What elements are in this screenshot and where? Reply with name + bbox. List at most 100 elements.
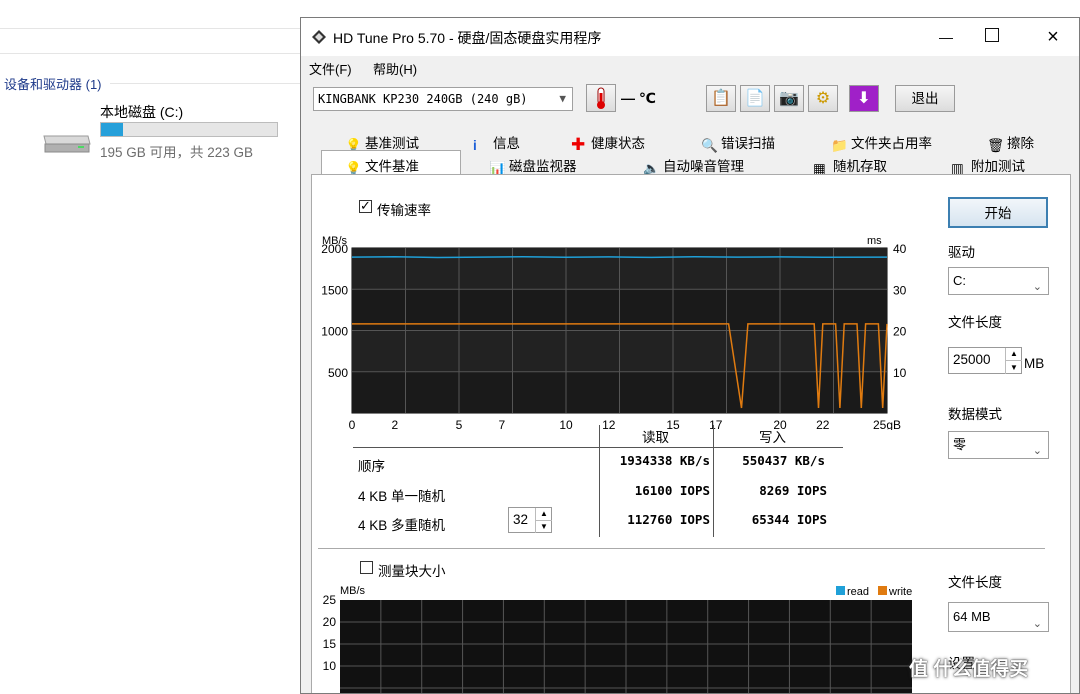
file-length-label: 文件长度 [948, 315, 1002, 330]
y2-tick-label: 20 [893, 325, 907, 339]
drive-free-text: 195 GB 可用，共 223 GB [100, 145, 254, 160]
drive-name[interactable]: 本地磁盘 (C:) [100, 102, 183, 122]
legend-label-write: write [888, 586, 912, 598]
x-tick-label: 22 [816, 418, 830, 430]
tab-label: 自动噪音管理 [663, 159, 744, 174]
x-tick-label: 17 [709, 418, 723, 430]
drive-select[interactable]: KINGBANK KP230 240GB (240 gB) ▼ [313, 87, 573, 111]
tab-label: 磁盘监视器 [509, 159, 577, 174]
y2-tick-label: 30 [893, 283, 907, 297]
file-bulb-icon: 💡 [345, 161, 362, 176]
write-4kb-single: 8269 IOPS [759, 483, 827, 498]
camera-icon: 📷 [779, 90, 799, 107]
file-length-stepper[interactable]: 25000 ▲ ▼ [948, 347, 1022, 374]
drive-select-value: KINGBANK KP230 240GB (240 gB) [318, 92, 528, 106]
stepper-down-icon[interactable]: ▼ [535, 520, 552, 533]
drive-label: 驱动 [948, 245, 975, 260]
close-icon[interactable]: × [1038, 22, 1068, 52]
legend-swatch-read [836, 586, 845, 595]
write-sequential: 550437 KB/s [742, 453, 825, 468]
tab-extra-tests[interactable]: ▥ 附加测试 [951, 155, 1025, 176]
tab-random-access[interactable]: ▦ 随机存取 [813, 155, 887, 176]
tab-aam[interactable]: 🔈 自动噪音管理 [643, 155, 744, 176]
tab-disk-monitor[interactable]: 📊 磁盘监视器 [489, 155, 577, 176]
temperature-button[interactable] [586, 84, 616, 112]
tab-erase[interactable]: 🗑 擦除 [987, 132, 1034, 153]
data-mode-select[interactable]: 零 ⌄ [948, 431, 1049, 459]
stepper-up-icon[interactable]: ▲ [1005, 348, 1022, 360]
y-tick-label: 15 [323, 637, 337, 651]
menu-help[interactable]: 帮助(H) [373, 59, 417, 78]
table-header-line [353, 447, 843, 448]
file-length-value: 25000 [953, 352, 991, 367]
chevron-down-icon: ⌄ [1032, 281, 1042, 293]
header-read: 读取 [642, 430, 669, 445]
y-tick-label: 25 [323, 593, 337, 607]
options-button[interactable]: ⚙ [808, 85, 838, 112]
x-tick-label: 0 [349, 418, 356, 430]
tab-error-scan[interactable]: 🔍 错误扫描 [701, 132, 775, 153]
tab-health[interactable]: ✚ 健康状态 [571, 132, 645, 154]
file-length2-value: 64 MB [953, 609, 991, 624]
tab-folder-usage[interactable]: 📁 文件夹占用率 [831, 132, 932, 153]
y-tick-label: 1500 [321, 283, 348, 297]
file-length2-select[interactable]: 64 MB ⌄ [948, 602, 1049, 632]
exit-button[interactable]: 退出 [895, 85, 955, 112]
y-tick-label: 10 [323, 659, 337, 673]
tab-label: 随机存取 [833, 159, 887, 174]
table-divider-2 [713, 425, 714, 537]
start-button[interactable]: 开始 [948, 197, 1048, 228]
screenshot-button[interactable]: 📷 [774, 85, 804, 112]
tab-file-benchmark[interactable]: 💡 文件基准 [345, 155, 419, 176]
tab-label: 擦除 [1007, 136, 1034, 151]
read-sequential: 1934338 KB/s [619, 453, 710, 468]
section-title[interactable]: 设备和驱动器 (1) [4, 74, 102, 93]
y-axis-label: MB/s [322, 235, 348, 247]
transfer-rate-checkbox[interactable]: ✓ [359, 198, 372, 213]
x-tick-label: 5 [456, 418, 463, 430]
chevron-down-icon: ⌄ [1032, 445, 1042, 457]
y-tick-label: 1000 [321, 325, 348, 339]
title-bar[interactable]: HD Tune Pro 5.70 - 硬盘/固态硬盘实用程序 — × [301, 18, 1079, 56]
queue-depth-stepper[interactable]: 32 ▲ ▼ [508, 507, 552, 533]
copy-text-button[interactable]: 📋 [706, 85, 736, 112]
copy-screen-button[interactable]: 📄 [740, 85, 770, 112]
stepper-up-icon[interactable]: ▲ [535, 508, 552, 520]
block-size-chart: MB/s25 20 15 10 read write [323, 585, 912, 693]
tab-benchmark[interactable]: 💡 基准测试 [345, 132, 419, 153]
tab-info[interactable]: i 信息 [473, 132, 520, 153]
stepper-down-icon[interactable]: ▼ [1005, 360, 1022, 374]
tab-label: 附加测试 [971, 159, 1025, 174]
tab-strip: 💡 基准测试 i 信息 ✚ 健康状态 🔍 错误扫描 📁 文件夹占用率 🗑 擦除 💡 文件基准 … [309, 128, 1071, 178]
download-arrow-icon: ⬇ [857, 90, 871, 107]
drive-letter-value: C: [953, 273, 966, 288]
drive-usage-fill [101, 123, 123, 136]
tab-label: 健康状态 [591, 136, 645, 151]
legend-swatch-write [878, 586, 887, 595]
write-4kb-multi: 65344 IOPS [751, 512, 827, 527]
read-series-line [351, 255, 888, 259]
minimize-icon[interactable]: — [931, 22, 961, 52]
table-divider-1 [599, 425, 600, 537]
y2-tick-label: 10 [893, 366, 907, 380]
transfer-rate-label: 传输速率 [377, 203, 431, 218]
copy-screen-icon: 📄 [745, 90, 765, 107]
block-size-checkbox[interactable] [360, 561, 373, 574]
download-button[interactable]: ⬇ [849, 85, 879, 112]
data-mode-label: 数据模式 [948, 407, 1002, 422]
maximize-icon[interactable] [985, 28, 999, 42]
drive-usage-bar [100, 122, 278, 137]
section-divider [110, 83, 300, 84]
tab-label: 基准测试 [365, 136, 419, 151]
bar-chart-icon: ▥ [951, 161, 964, 176]
read-4kb-single: 16100 IOPS [634, 483, 710, 498]
address-bar-divider [0, 28, 300, 29]
drive-letter-select[interactable]: C: ⌄ [948, 267, 1049, 295]
read-4kb-multi: 112760 IOPS [627, 512, 710, 527]
menu-file[interactable]: 文件(F) [309, 59, 352, 78]
row-label-4kb-multi: 4 KB 多重随机 [358, 518, 446, 533]
y2-tick-label: 40 [893, 242, 907, 256]
data-mode-value: 零 [953, 437, 967, 452]
tab-label: 文件夹占用率 [851, 136, 932, 151]
drive-icon[interactable] [42, 128, 92, 154]
